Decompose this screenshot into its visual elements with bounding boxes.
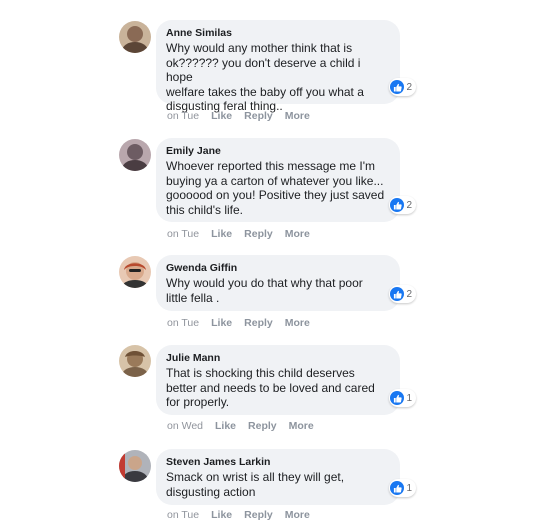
comment-text: Smack on wrist is all they will get, dis… <box>166 470 345 499</box>
reply-link[interactable]: Reply <box>244 509 273 521</box>
like-link[interactable]: Like <box>211 228 232 240</box>
comment-timestamp[interactable]: on Tue <box>167 228 199 240</box>
comment-bubble: Julie Mann That is shocking this child d… <box>156 345 416 415</box>
more-link[interactable]: More <box>285 317 310 329</box>
avatar[interactable] <box>119 139 151 171</box>
reaction-count-badge[interactable]: 2 <box>389 196 416 214</box>
avatar[interactable] <box>119 450 151 482</box>
like-link[interactable]: Like <box>215 420 236 432</box>
like-link[interactable]: Like <box>211 509 232 521</box>
comment-actions: on Tue Like Reply More <box>167 228 310 240</box>
avatar[interactable] <box>119 345 151 377</box>
reaction-count-badge[interactable]: 1 <box>389 389 416 407</box>
comment-timestamp[interactable]: on Tue <box>167 317 199 329</box>
reaction-count: 2 <box>406 81 412 93</box>
comment-text: Whoever reported this message me I'm buy… <box>166 159 385 217</box>
more-link[interactable]: More <box>285 228 310 240</box>
avatar[interactable] <box>119 21 151 53</box>
more-link[interactable]: More <box>289 420 314 432</box>
reaction-count: 2 <box>406 288 412 300</box>
comment-bubble: Emily Jane Whoever reported this message… <box>156 138 416 222</box>
like-reaction-icon <box>390 80 405 94</box>
reaction-count-badge[interactable]: 2 <box>389 285 416 303</box>
comment-author[interactable]: Anne Similas <box>166 26 390 40</box>
reaction-count-badge[interactable]: 2 <box>389 78 416 96</box>
comment-actions: on Wed Like Reply More <box>167 420 314 432</box>
comment-bubble: Gwenda Giffin Why would you do that why … <box>156 255 416 311</box>
like-reaction-icon <box>390 391 405 405</box>
reply-link[interactable]: Reply <box>244 228 273 240</box>
reply-link[interactable]: Reply <box>248 420 277 432</box>
comment-author[interactable]: Steven James Larkin <box>166 455 390 469</box>
comment-author[interactable]: Emily Jane <box>166 144 390 158</box>
comment-author[interactable]: Gwenda Giffin <box>166 261 390 275</box>
reaction-count: 1 <box>406 482 412 494</box>
more-link[interactable]: More <box>285 509 310 521</box>
comment-actions: on Tue Like Reply More <box>167 509 310 521</box>
reaction-count-badge[interactable]: 1 <box>389 479 416 497</box>
comment-actions: on Tue Like Reply More <box>167 317 310 329</box>
comment-bubble: Anne Similas Why would any mother think … <box>156 20 416 113</box>
like-reaction-icon <box>390 481 405 495</box>
comment-author[interactable]: Julie Mann <box>166 351 390 365</box>
more-link[interactable]: More <box>285 110 310 122</box>
reply-link[interactable]: Reply <box>244 110 273 122</box>
comment-timestamp[interactable]: on Wed <box>167 420 203 432</box>
like-reaction-icon <box>390 198 405 212</box>
like-reaction-icon <box>390 287 405 301</box>
reaction-count: 1 <box>406 392 412 404</box>
comment-text: Why would any mother think that is ok???… <box>166 41 364 113</box>
comment-timestamp[interactable]: on Tue <box>167 110 199 122</box>
like-link[interactable]: Like <box>211 110 232 122</box>
avatar[interactable] <box>119 256 151 288</box>
comment-text: Why would you do that why that poor litt… <box>166 276 363 305</box>
comment-bubble: Steven James Larkin Smack on wrist is al… <box>156 449 416 505</box>
reply-link[interactable]: Reply <box>244 317 273 329</box>
comment-text: That is shocking this child deserves bet… <box>166 366 375 409</box>
like-link[interactable]: Like <box>211 317 232 329</box>
comment-timestamp[interactable]: on Tue <box>167 509 199 521</box>
comment-actions: on Tue Like Reply More <box>167 110 310 122</box>
reaction-count: 2 <box>406 199 412 211</box>
